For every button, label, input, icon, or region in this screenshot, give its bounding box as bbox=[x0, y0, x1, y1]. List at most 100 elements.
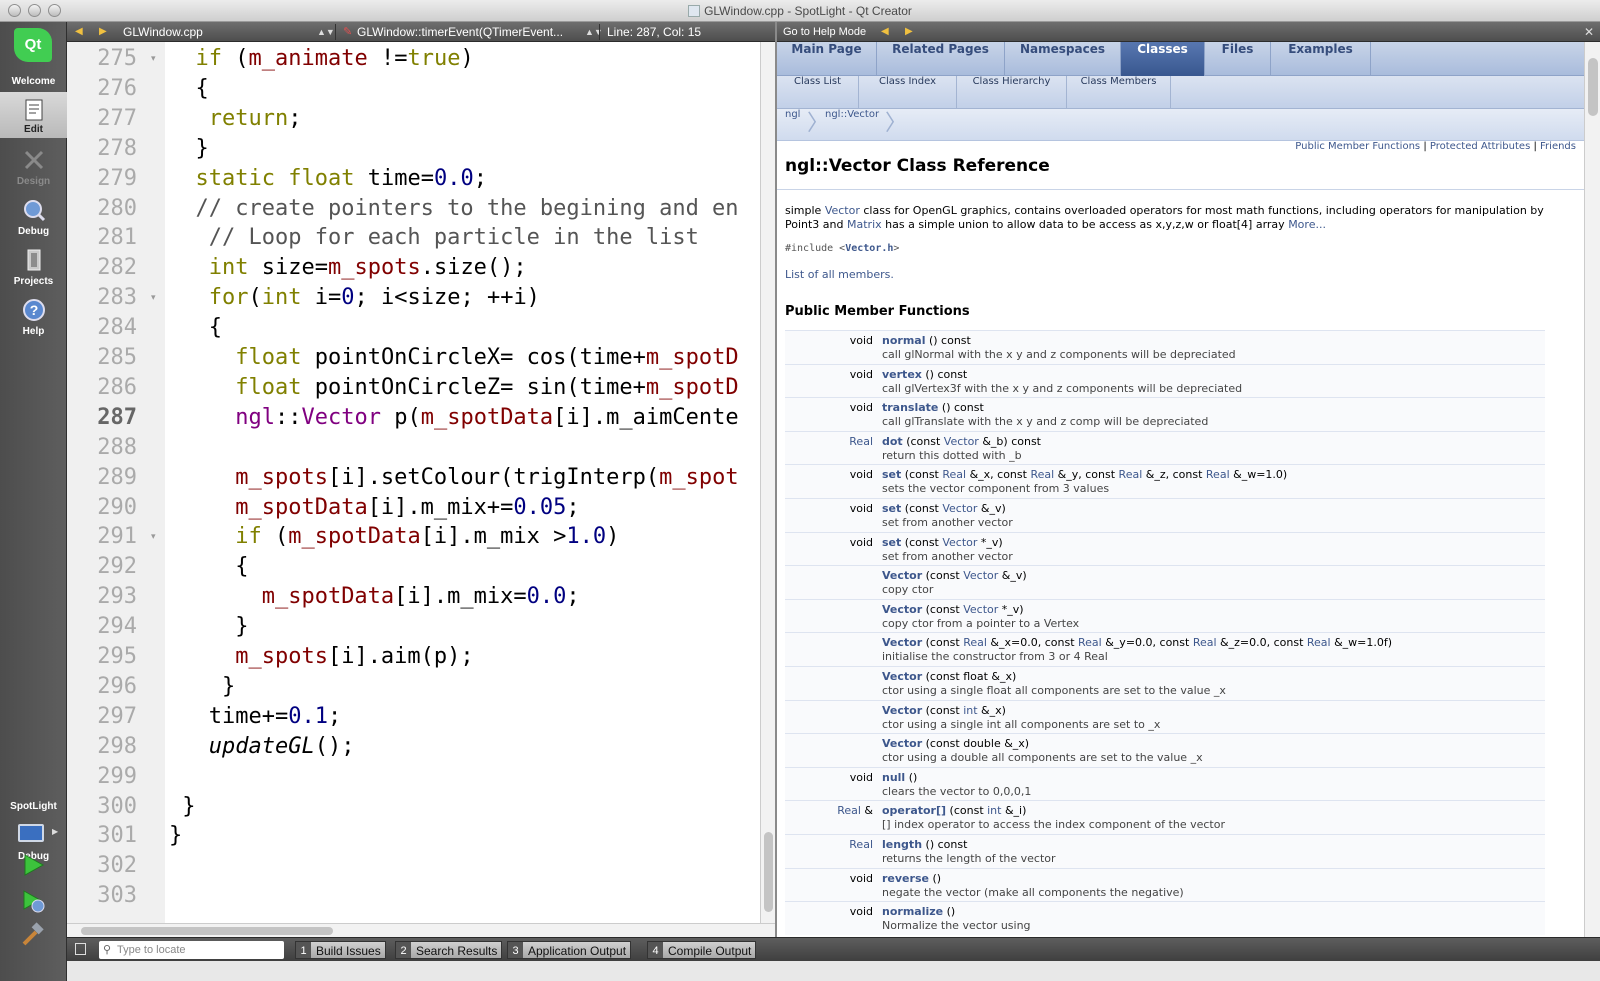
help-forward-icon[interactable]: ▶ bbox=[905, 22, 913, 42]
link-public-member-functions[interactable]: Public Member Functions bbox=[1295, 141, 1420, 152]
code-line[interactable]: } bbox=[169, 612, 769, 642]
kit-expand-icon[interactable]: ▶ bbox=[52, 827, 58, 836]
fold-marker-icon[interactable]: ▾ bbox=[151, 44, 156, 74]
tab-class-index[interactable]: Class Index bbox=[859, 76, 957, 109]
mode-design[interactable]: Design bbox=[0, 142, 67, 190]
code-line[interactable]: { bbox=[169, 552, 769, 582]
tab-related-pages[interactable]: Related Pages bbox=[877, 42, 1005, 76]
scroll-thumb[interactable] bbox=[1588, 58, 1598, 116]
member-signature[interactable]: Vector (const Vector &_v) bbox=[882, 569, 1027, 582]
member-signature[interactable]: length () const bbox=[882, 838, 967, 851]
member-return-type: void bbox=[849, 468, 873, 482]
tab-class-list[interactable]: Class List bbox=[777, 76, 859, 109]
member-signature[interactable]: set (const Real &_x, const Real &_y, con… bbox=[882, 468, 1287, 481]
pane-application-output[interactable]: 3 Application Output bbox=[507, 941, 632, 959]
pane-search-results[interactable]: 2 Search Results bbox=[395, 941, 503, 959]
tab-classes[interactable]: Classes bbox=[1121, 42, 1205, 76]
tab-examples[interactable]: Examples bbox=[1271, 42, 1371, 76]
scroll-thumb[interactable] bbox=[81, 927, 333, 935]
code-line[interactable]: // Loop for each particle in the list bbox=[169, 223, 769, 253]
locator-input[interactable]: ⚲ Type to locate bbox=[99, 941, 284, 959]
code-line[interactable]: return; bbox=[169, 104, 769, 134]
build-hammer-button[interactable] bbox=[20, 922, 46, 948]
member-signature[interactable]: set (const Vector *_v) bbox=[882, 536, 1003, 549]
minimize-window-button[interactable] bbox=[28, 4, 41, 17]
member-signature[interactable]: operator[] (const int &_i) bbox=[882, 804, 1026, 817]
member-signature[interactable]: null () bbox=[882, 771, 917, 784]
pane-compile-output[interactable]: 4 Compile Output bbox=[647, 941, 757, 959]
fold-marker-icon[interactable]: ▾ bbox=[151, 522, 156, 552]
mode-welcome[interactable]: Qt Welcome bbox=[0, 24, 67, 90]
mode-edit[interactable]: Edit bbox=[0, 92, 67, 138]
go-to-help-mode-label[interactable]: Go to Help Mode bbox=[783, 22, 866, 42]
code-line[interactable]: ngl::Vector p(m_spotData[i].m_aimCente bbox=[169, 403, 769, 433]
code-line[interactable]: if (m_spotData[i].m_mix >1.0) bbox=[169, 522, 769, 552]
member-signature[interactable]: dot (const Vector &_b) const bbox=[882, 435, 1041, 448]
tab-class-members[interactable]: Class Members bbox=[1067, 76, 1171, 109]
code-line[interactable]: } bbox=[169, 134, 769, 164]
mode-debug[interactable]: Debug bbox=[0, 192, 67, 240]
code-line[interactable]: int size=m_spots.size(); bbox=[169, 253, 769, 283]
code-line[interactable]: } bbox=[169, 821, 769, 851]
fold-marker-icon[interactable]: ▾ bbox=[151, 283, 156, 313]
code-line[interactable]: if (m_animate !=true) bbox=[169, 44, 769, 74]
tab-main-page[interactable]: Main Page bbox=[777, 42, 877, 76]
function-selector[interactable]: GLWindow::timerEvent(QTimerEvent... bbox=[357, 22, 595, 42]
line-number: 295 bbox=[97, 644, 137, 669]
breadcrumb-ngl[interactable]: ngl bbox=[785, 109, 800, 141]
code-line[interactable]: { bbox=[169, 74, 769, 104]
tab-files[interactable]: Files bbox=[1205, 42, 1271, 76]
editor-horizontal-scrollbar[interactable] bbox=[67, 923, 775, 937]
member-signature[interactable]: Vector (const double &_x) bbox=[882, 737, 1029, 750]
code-line[interactable]: time+=0.1; bbox=[169, 702, 769, 732]
help-back-icon[interactable]: ◀ bbox=[881, 22, 889, 42]
link-friends[interactable]: Friends bbox=[1540, 141, 1576, 152]
code-editor[interactable]: 275 ▾ 276 277 278 279 280 281 282 283 ▾ 284 285 286 28… bbox=[67, 42, 775, 923]
mode-help[interactable]: ? Help bbox=[0, 292, 67, 340]
go-forward-icon[interactable]: ▶ bbox=[99, 22, 107, 42]
mode-projects[interactable]: Projects bbox=[0, 242, 67, 290]
editor-vertical-scrollbar[interactable] bbox=[760, 42, 775, 923]
include-file-link[interactable]: Vector.h bbox=[845, 243, 893, 254]
go-back-icon[interactable]: ◀ bbox=[75, 22, 83, 42]
pane-build-issues[interactable]: 1 Build Issues bbox=[295, 941, 386, 959]
code-line[interactable]: m_spots[i].aim(p); bbox=[169, 642, 769, 672]
tab-class-hierarchy[interactable]: Class Hierarchy bbox=[957, 76, 1067, 109]
code-line[interactable]: float pointOnCircleZ= sin(time+m_spotD bbox=[169, 373, 769, 403]
sidebar-toggle-icon[interactable] bbox=[75, 943, 86, 955]
code-line[interactable]: } bbox=[169, 792, 769, 822]
close-icon[interactable]: ✕ bbox=[1584, 22, 1594, 42]
debug-run-button[interactable] bbox=[20, 888, 46, 914]
member-signature[interactable]: vertex () const bbox=[882, 368, 967, 381]
member-signature[interactable]: Vector (const Real &_x=0.0, const Real &… bbox=[882, 636, 1392, 649]
tab-namespaces[interactable]: Namespaces bbox=[1005, 42, 1121, 76]
code-line[interactable]: static float time=0.0; bbox=[169, 164, 769, 194]
member-signature[interactable]: normal () const bbox=[882, 334, 971, 347]
code-line[interactable]: m_spotData[i].m_mix=0.0; bbox=[169, 582, 769, 612]
all-members-link[interactable]: List of all members. bbox=[785, 268, 894, 281]
close-window-button[interactable] bbox=[8, 4, 21, 17]
breadcrumb-vector[interactable]: ngl::Vector bbox=[825, 109, 879, 141]
scroll-thumb[interactable] bbox=[764, 832, 773, 912]
code-line[interactable]: { bbox=[169, 313, 769, 343]
member-signature[interactable]: Vector (const int &_x) bbox=[882, 704, 1006, 717]
file-selector[interactable]: GLWindow.cpp bbox=[123, 22, 328, 42]
member-signature[interactable]: normalize () bbox=[882, 905, 955, 918]
code-line[interactable]: updateGL(); bbox=[169, 732, 769, 762]
member-signature[interactable]: set (const Vector &_v) bbox=[882, 502, 1006, 515]
code-line[interactable]: m_spotData[i].m_mix+=0.05; bbox=[169, 493, 769, 523]
code-line[interactable]: float pointOnCircleX= cos(time+m_spotD bbox=[169, 343, 769, 373]
zoom-window-button[interactable] bbox=[48, 4, 61, 17]
member-signature[interactable]: translate () const bbox=[882, 401, 984, 414]
code-line[interactable]: } bbox=[169, 672, 769, 702]
member-signature[interactable]: Vector (const Vector *_v) bbox=[882, 603, 1024, 616]
link-protected-attributes[interactable]: Protected Attributes bbox=[1430, 141, 1530, 152]
code-line[interactable]: m_spots[i].setColour(trigInterp(m_spot bbox=[169, 463, 769, 493]
member-signature[interactable]: Vector (const float &_x) bbox=[882, 670, 1016, 683]
help-vertical-scrollbar[interactable] bbox=[1584, 42, 1600, 937]
run-button[interactable] bbox=[20, 852, 46, 878]
member-signature[interactable]: reverse () bbox=[882, 872, 941, 885]
kit-computer-icon[interactable] bbox=[18, 824, 44, 842]
code-line[interactable]: for(int i=0; i<size; ++i) bbox=[169, 283, 769, 313]
code-line[interactable]: // create pointers to the begining and e… bbox=[169, 194, 769, 224]
